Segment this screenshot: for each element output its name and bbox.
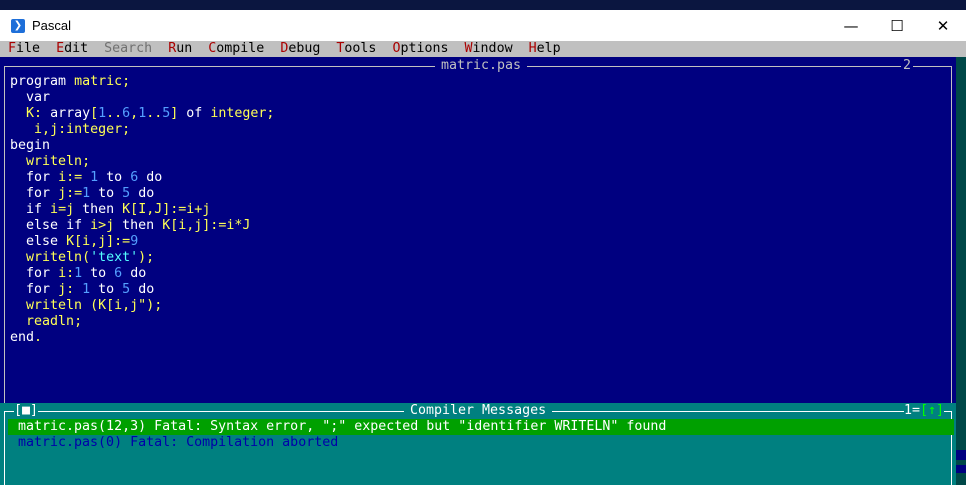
scrollbar-thumb[interactable] — [956, 450, 966, 460]
code-area[interactable]: program matric; var K: array[1..6,1..5] … — [10, 74, 274, 346]
editor-filename: matric.pas — [435, 58, 528, 74]
menu-edit[interactable]: Edit — [56, 41, 88, 57]
code-line[interactable]: writeln (K[i,j"); — [10, 298, 274, 314]
app-icon: ❯ — [11, 18, 25, 33]
compiler-message[interactable]: matric.pas(12,3) Fatal: Syntax error, ";… — [8, 419, 954, 435]
messages-close-box[interactable]: [■] — [14, 403, 39, 419]
code-line[interactable]: readln; — [10, 314, 274, 330]
code-line[interactable]: program matric; — [10, 74, 274, 90]
code-line[interactable]: i,j:integer; — [10, 122, 274, 138]
code-line[interactable]: writeln; — [10, 154, 274, 170]
code-line[interactable]: for j: 1 to 5 do — [10, 282, 274, 298]
editor-frame-right — [951, 66, 952, 403]
close-box-text[interactable]: [■] — [14, 403, 38, 418]
right-scrollbar[interactable] — [956, 57, 966, 485]
close-button[interactable]: ✕ — [920, 10, 966, 41]
menu-debug[interactable]: Debug — [280, 41, 320, 57]
code-line[interactable]: writeln('text'); — [10, 250, 274, 266]
menu-compile[interactable]: Compile — [208, 41, 264, 57]
code-line[interactable]: begin — [10, 138, 274, 154]
compiler-message[interactable]: matric.pas(0) Fatal: Compilation aborted — [8, 435, 338, 451]
scrollbar-track-mark — [956, 465, 966, 473]
menu-file[interactable]: File — [8, 41, 40, 57]
menu-bar: File Edit Search Run Compile Debug Tools… — [0, 41, 966, 57]
minimize-button[interactable]: — — [828, 10, 874, 41]
code-line[interactable]: else K[i,j]:=9 — [10, 234, 274, 250]
title-bar[interactable]: ❯ Pascal — ☐ ✕ — [0, 10, 966, 41]
code-line[interactable]: var — [10, 90, 274, 106]
messages-window-number: 1 — [904, 403, 913, 418]
menu-options[interactable]: Options — [392, 41, 448, 57]
code-line[interactable]: end. — [10, 330, 274, 346]
menu-help[interactable]: Help — [529, 41, 561, 57]
menu-search[interactable]: Search — [104, 41, 152, 57]
window-title: Pascal — [32, 18, 72, 33]
code-line[interactable]: for j:=1 to 5 do — [10, 186, 274, 202]
menu-tools[interactable]: Tools — [336, 41, 376, 57]
menu-run[interactable]: Run — [168, 41, 192, 57]
messages-frame-left — [4, 411, 5, 485]
editor-window[interactable]: matric.pas 2 program matric; var K: arra… — [0, 57, 956, 403]
maximize-button[interactable]: ☐ — [874, 10, 920, 41]
code-line[interactable]: K: array[1..6,1..5] of integer; — [10, 106, 274, 122]
code-line[interactable]: else if i>j then K[i,j]:=i*J — [10, 218, 274, 234]
messages-title: Compiler Messages — [404, 403, 553, 419]
editor-window-number: 2 — [901, 58, 914, 74]
zoom-box[interactable]: [↑] — [920, 403, 944, 418]
compiler-messages-window[interactable]: [■] Compiler Messages 1=[↑] matric.pas(1… — [0, 403, 956, 485]
menu-window[interactable]: Window — [465, 41, 513, 57]
messages-window-controls: 1=[↑] — [904, 403, 945, 419]
pascal-window: ❯ Pascal — ☐ ✕ File Edit Search Run Comp… — [0, 10, 966, 485]
code-line[interactable]: for i:= 1 to 6 do — [10, 170, 274, 186]
code-line[interactable]: for i:1 to 6 do — [10, 266, 274, 282]
code-line[interactable]: if i=j then K[I,J]:=i+j — [10, 202, 274, 218]
editor-frame-left — [4, 66, 5, 403]
